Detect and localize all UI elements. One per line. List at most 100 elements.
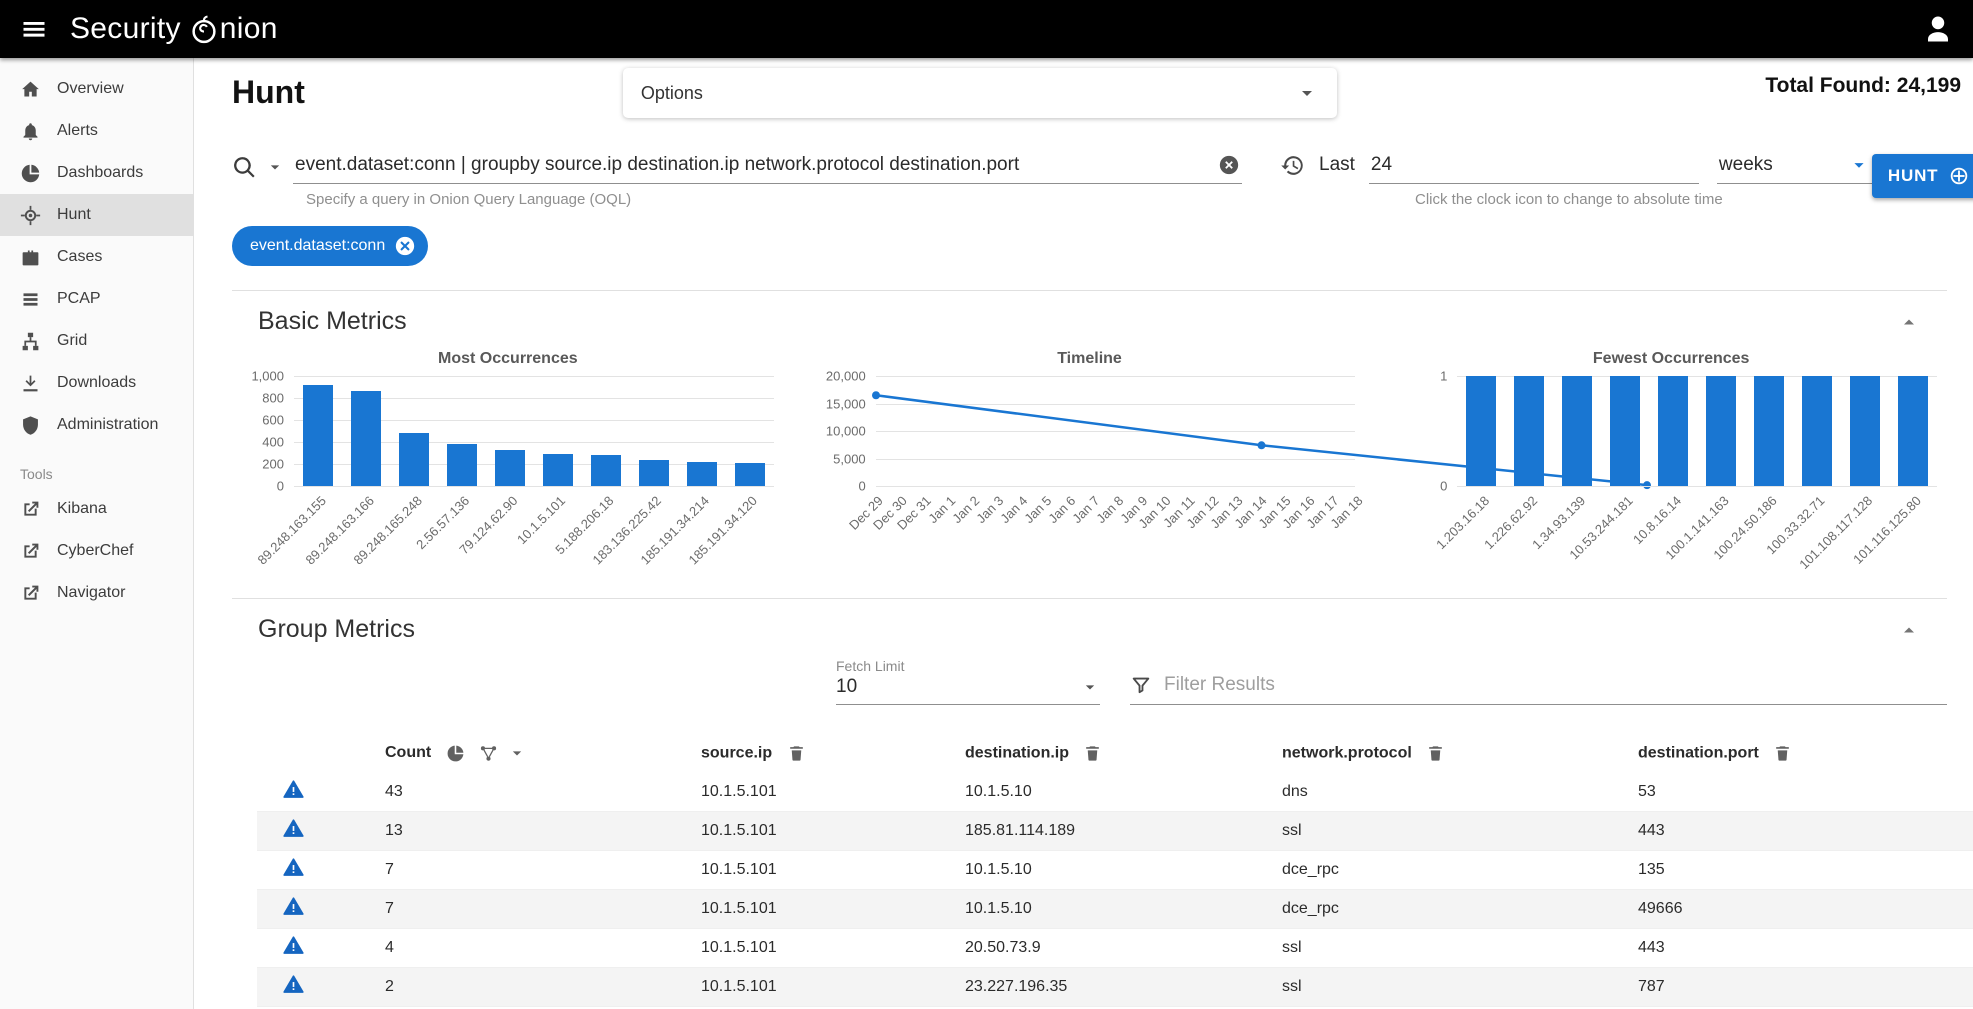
sidebar-item-grid[interactable]: Grid bbox=[0, 320, 193, 362]
sidebar-main: OverviewAlertsDashboardsHunt Cases PCAPGri… bbox=[0, 68, 193, 446]
x-axis-tick-label: Jan 3 bbox=[973, 493, 1006, 526]
options-dropdown[interactable]: Options bbox=[623, 68, 1337, 118]
bar[interactable] bbox=[639, 460, 669, 486]
sidebar-item-administration[interactable]: Administration bbox=[0, 404, 193, 446]
bar[interactable] bbox=[1802, 376, 1832, 486]
collapse-basic-metrics-icon[interactable] bbox=[1897, 310, 1921, 334]
chart-most-occurrences: Most Occurrences02004006008001,00089.248… bbox=[232, 350, 784, 574]
group-metrics-controls: Fetch Limit 10 bbox=[836, 658, 1947, 705]
bar[interactable] bbox=[1898, 376, 1928, 486]
y-axis-tick-label: 0 bbox=[277, 479, 294, 494]
sidebar-item-overview[interactable]: Overview bbox=[0, 68, 193, 110]
trash-icon[interactable] bbox=[787, 744, 806, 763]
bar[interactable] bbox=[543, 454, 573, 486]
chevron-down-icon[interactable] bbox=[507, 743, 527, 763]
sidebar-item-alerts[interactable]: Alerts bbox=[0, 110, 193, 152]
onion-logo-icon bbox=[189, 14, 219, 44]
external-icon bbox=[20, 583, 41, 604]
sidebar-tools: KibanaCyberChefNavigator bbox=[0, 488, 193, 614]
pie-chart-icon[interactable] bbox=[446, 744, 465, 763]
trash-icon[interactable] bbox=[1426, 744, 1445, 763]
table-header-source-ip[interactable]: source.ip bbox=[701, 733, 965, 773]
bar[interactable] bbox=[1562, 376, 1592, 486]
bar[interactable] bbox=[1610, 376, 1640, 486]
warning-triangle-icon[interactable] bbox=[283, 779, 304, 800]
data-point[interactable] bbox=[1257, 441, 1265, 449]
bar[interactable] bbox=[1850, 376, 1880, 486]
table-header-destination-port[interactable]: destination.port bbox=[1638, 733, 1973, 773]
sidebar-item-downloads[interactable]: Downloads bbox=[0, 362, 193, 404]
warning-triangle-icon[interactable] bbox=[283, 857, 304, 878]
bar[interactable] bbox=[1706, 376, 1736, 486]
sidebar-item-kibana[interactable]: Kibana bbox=[0, 488, 193, 530]
table-header-network-protocol[interactable]: network.protocol bbox=[1282, 733, 1638, 773]
bar[interactable] bbox=[1466, 376, 1496, 486]
warning-triangle-icon[interactable] bbox=[283, 896, 304, 917]
bar-series bbox=[1457, 376, 1937, 486]
relative-time-icon[interactable] bbox=[1280, 153, 1305, 184]
warning-triangle-icon[interactable] bbox=[283, 818, 304, 839]
sidebar-item-hunt[interactable]: Hunt bbox=[0, 194, 193, 236]
bar[interactable] bbox=[303, 385, 333, 486]
data-point[interactable] bbox=[872, 391, 880, 399]
fetch-limit-select[interactable]: Fetch Limit 10 bbox=[836, 658, 1100, 705]
page-title: Hunt bbox=[232, 68, 305, 111]
menu-icon[interactable] bbox=[20, 15, 48, 43]
duration-unit-select[interactable]: weeks bbox=[1717, 150, 1872, 184]
bar[interactable] bbox=[1658, 376, 1688, 486]
cell-network-protocol: ssl bbox=[1282, 968, 1638, 1007]
sidebar-item-navigator[interactable]: Navigator bbox=[0, 572, 193, 614]
bar[interactable] bbox=[495, 450, 525, 486]
bar[interactable] bbox=[735, 463, 765, 486]
chip-close-icon[interactable] bbox=[394, 235, 416, 257]
sidebar-item-pcap[interactable]: PCAP bbox=[0, 278, 193, 320]
warning-triangle-icon[interactable] bbox=[283, 974, 304, 995]
bar[interactable] bbox=[591, 455, 621, 486]
chart-fewest-occurrences: Fewest Occurrences011.203.16.181.226.62.… bbox=[1395, 350, 1947, 574]
cell-source-ip: 10.1.5.101 bbox=[701, 968, 965, 1007]
duration-field bbox=[1369, 150, 1699, 184]
table-header-destination-ip[interactable]: destination.ip bbox=[965, 733, 1282, 773]
chart-plot-area: 01 bbox=[1457, 376, 1937, 486]
collapse-group-metrics-icon[interactable] bbox=[1897, 618, 1921, 642]
chart-type-icon[interactable] bbox=[479, 744, 498, 763]
user-account-icon[interactable] bbox=[1923, 14, 1953, 44]
trash-icon[interactable] bbox=[1773, 744, 1792, 763]
cell-destination-ip: 185.81.114.189 bbox=[965, 812, 1282, 851]
bar[interactable] bbox=[399, 433, 429, 486]
bar[interactable] bbox=[687, 462, 717, 486]
y-axis-tick-label: 5,000 bbox=[833, 451, 876, 466]
table-row: 710.1.5.10110.1.5.10dce_rpc135 bbox=[257, 851, 1973, 890]
query-input-wrap bbox=[293, 150, 1242, 184]
query-input[interactable] bbox=[295, 154, 1218, 176]
hunt-button[interactable]: HUNT bbox=[1872, 154, 1973, 198]
row-actions-cell bbox=[257, 851, 385, 890]
table-header-count[interactable]: Count bbox=[385, 733, 701, 773]
clear-query-icon[interactable] bbox=[1218, 154, 1240, 176]
sidebar-item-cyberchef[interactable]: CyberChef bbox=[0, 530, 193, 572]
bar[interactable] bbox=[447, 444, 477, 486]
bar[interactable] bbox=[1754, 376, 1784, 486]
main-content: Hunt Options Total Found: 24,199 bbox=[194, 58, 1973, 1009]
filter-chip[interactable]: event.dataset:conn bbox=[232, 226, 428, 266]
sidebar-item-label: Administration bbox=[57, 416, 158, 434]
sidebar: OverviewAlertsDashboardsHunt Cases PCAPGri… bbox=[0, 58, 194, 1009]
cell-network-protocol: dns bbox=[1282, 773, 1638, 812]
duration-input[interactable] bbox=[1371, 154, 1697, 176]
page-header: Hunt Options Total Found: 24,199 bbox=[232, 68, 1961, 118]
bar[interactable] bbox=[1514, 376, 1544, 486]
cell-destination-port: 443 bbox=[1638, 812, 1973, 851]
cell-destination-ip: 23.227.196.35 bbox=[965, 968, 1282, 1007]
sidebar-item-label: Cases bbox=[57, 248, 102, 266]
warning-triangle-icon[interactable] bbox=[283, 935, 304, 956]
query-history-chevron-icon[interactable] bbox=[265, 157, 285, 177]
trash-icon[interactable] bbox=[1083, 744, 1102, 763]
filter-results-input[interactable] bbox=[1164, 674, 1947, 696]
chevron-down-icon bbox=[1295, 81, 1319, 105]
sidebar-item-dashboards[interactable]: Dashboards bbox=[0, 152, 193, 194]
bar[interactable] bbox=[351, 391, 381, 486]
total-found: Total Found: 24,199 bbox=[1765, 68, 1961, 98]
x-axis-labels: 89.248.163.15589.248.163.16689.248.165.2… bbox=[294, 486, 774, 574]
sidebar-item-cases[interactable]: Cases bbox=[0, 236, 193, 278]
column-label: destination.port bbox=[1638, 744, 1759, 761]
